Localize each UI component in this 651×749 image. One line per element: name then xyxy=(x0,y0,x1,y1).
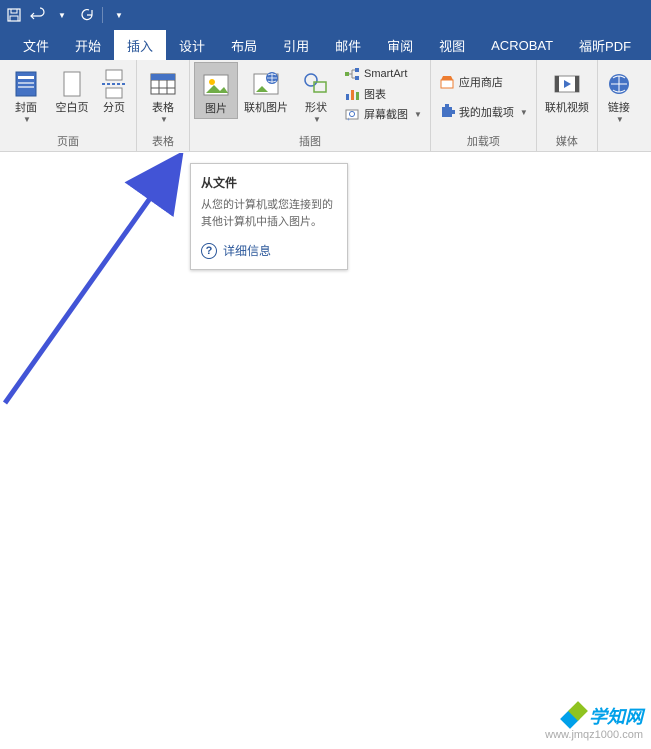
my-addins-icon xyxy=(439,104,455,120)
chart-button[interactable]: 图表 xyxy=(340,84,426,104)
screenshot-icon: + xyxy=(344,106,360,122)
quick-access-toolbar: ▼ ▼ xyxy=(0,0,651,30)
online-picture-button[interactable]: 联机图片 xyxy=(240,62,292,117)
tab-mailings[interactable]: 邮件 xyxy=(322,30,374,60)
tab-foxit[interactable]: 福昕PDF xyxy=(566,30,644,60)
screenshot-button[interactable]: + 屏幕截图 ▼ xyxy=(340,104,426,124)
ribbon: 封面 ▼ 空白页 分页 页面 表格 ▼ 表格 xyxy=(0,60,651,152)
watermark-url: www.jmqz1000.com xyxy=(545,729,643,741)
dropdown-icon: ▼ xyxy=(520,108,528,117)
group-table-label: 表格 xyxy=(141,131,185,151)
redo-icon[interactable] xyxy=(78,7,94,23)
tab-layout[interactable]: 布局 xyxy=(218,30,270,60)
shapes-icon xyxy=(300,68,332,100)
group-media: 联机视频 媒体 xyxy=(537,60,598,151)
qat-divider xyxy=(102,7,103,23)
group-page-label: 页面 xyxy=(4,131,132,151)
link-icon xyxy=(603,68,635,100)
group-illustration-label: 插图 xyxy=(194,131,426,151)
screenshot-label: 屏幕截图 xyxy=(364,106,408,122)
dropdown-icon: ▼ xyxy=(23,115,31,124)
picture-tooltip: 从文件 从您的计算机或您连接到的其他计算机中插入图片。 ? 详细信息 xyxy=(190,163,348,270)
tooltip-title: 从文件 xyxy=(201,174,337,191)
online-video-label: 联机视频 xyxy=(545,102,589,115)
group-addin: 应用商店 我的加载项 ▼ 加载项 xyxy=(431,60,537,151)
cover-page-label: 封面 xyxy=(15,102,37,115)
my-addins-label: 我的加载项 xyxy=(459,104,514,120)
tab-view[interactable]: 视图 xyxy=(426,30,478,60)
group-table: 表格 ▼ 表格 xyxy=(137,60,190,151)
table-icon xyxy=(147,68,179,100)
link-label: 链接 xyxy=(608,102,630,115)
page-break-icon xyxy=(98,68,130,100)
store-icon xyxy=(439,74,455,90)
smartart-icon xyxy=(344,66,360,82)
blank-page-button[interactable]: 空白页 xyxy=(50,62,94,117)
page-break-label: 分页 xyxy=(103,102,125,115)
watermark: 学知网 www.jmqz1000.com xyxy=(537,695,651,749)
undo-icon[interactable] xyxy=(30,7,46,23)
save-icon[interactable] xyxy=(6,7,22,23)
tab-home[interactable]: 开始 xyxy=(62,30,114,60)
qat-customize-icon[interactable]: ▼ xyxy=(111,7,127,23)
page-break-button[interactable]: 分页 xyxy=(96,62,132,117)
chart-icon xyxy=(344,86,360,102)
svg-text:+: + xyxy=(347,117,350,122)
blank-page-label: 空白页 xyxy=(56,102,89,115)
dropdown-icon: ▼ xyxy=(313,115,321,124)
undo-dropdown-icon[interactable]: ▼ xyxy=(54,7,70,23)
group-illustration: 图片 联机图片 形状 ▼ SmartArt 图表 xyxy=(190,60,431,151)
cover-page-button[interactable]: 封面 ▼ xyxy=(4,62,48,126)
shapes-button[interactable]: 形状 ▼ xyxy=(294,62,338,126)
tooltip-body: 从您的计算机或您连接到的其他计算机中插入图片。 xyxy=(201,197,337,230)
smartart-label: SmartArt xyxy=(364,68,407,80)
tab-acrobat[interactable]: ACROBAT xyxy=(478,30,566,60)
tooltip-more-label: 详细信息 xyxy=(223,242,271,259)
help-icon: ? xyxy=(201,243,217,259)
tab-insert[interactable]: 插入 xyxy=(114,30,166,60)
dropdown-icon: ▼ xyxy=(160,115,168,124)
chart-label: 图表 xyxy=(364,86,386,102)
store-button[interactable]: 应用商店 xyxy=(435,72,532,92)
group-media-label: 媒体 xyxy=(541,131,593,151)
my-addins-button[interactable]: 我的加载项 ▼ xyxy=(435,102,532,122)
store-label: 应用商店 xyxy=(459,74,503,90)
table-label: 表格 xyxy=(152,102,174,115)
blank-page-icon xyxy=(56,68,88,100)
dropdown-icon: ▼ xyxy=(616,115,624,124)
tooltip-more-link[interactable]: ? 详细信息 xyxy=(201,242,337,259)
watermark-brand-text: 学知网 xyxy=(589,703,643,729)
tab-design[interactable]: 设计 xyxy=(166,30,218,60)
cover-page-icon xyxy=(10,68,42,100)
picture-icon xyxy=(200,69,232,101)
picture-label: 图片 xyxy=(205,103,227,116)
group-page: 封面 ▼ 空白页 分页 页面 xyxy=(0,60,137,151)
online-picture-label: 联机图片 xyxy=(244,102,288,115)
online-picture-icon xyxy=(250,68,282,100)
tab-references[interactable]: 引用 xyxy=(270,30,322,60)
ribbon-tabs: 文件 开始 插入 设计 布局 引用 邮件 审阅 视图 ACROBAT 福昕PDF xyxy=(0,30,651,60)
picture-button[interactable]: 图片 xyxy=(194,62,238,119)
watermark-logo-icon xyxy=(561,704,585,728)
shapes-label: 形状 xyxy=(305,102,327,115)
smartart-button[interactable]: SmartArt xyxy=(340,64,426,84)
dropdown-icon: ▼ xyxy=(414,110,422,119)
tab-file[interactable]: 文件 xyxy=(10,30,62,60)
link-button[interactable]: 链接 ▼ xyxy=(602,62,636,126)
tab-review[interactable]: 审阅 xyxy=(374,30,426,60)
online-video-button[interactable]: 联机视频 xyxy=(541,62,593,117)
group-addin-label: 加载项 xyxy=(435,131,532,151)
table-button[interactable]: 表格 ▼ xyxy=(141,62,185,126)
video-icon xyxy=(551,68,583,100)
group-link: 链接 ▼ xyxy=(598,60,640,151)
